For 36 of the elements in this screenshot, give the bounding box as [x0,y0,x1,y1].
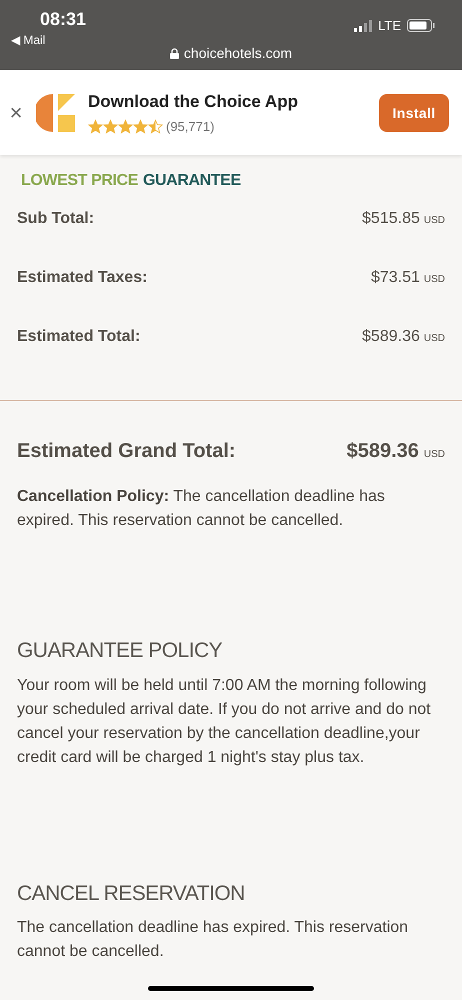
app-title: Download the Choice App [88,91,298,113]
signal-icon [354,20,372,32]
total-label: Sub Total: [17,209,94,229]
currency-text: USD [424,448,445,462]
back-link[interactable]: ◀ Mail [11,31,46,49]
url-text[interactable]: choicehotels.com [184,43,292,64]
lock-icon [170,48,179,59]
total-label: Estimated Taxes: [17,268,148,288]
cancellation-policy-text: Cancellation Policy: The cancellation deadline has expired. This reservation cannot be cancelled. [17,487,386,531]
star-icon [118,118,133,134]
badge-text: LOWEST PRICE [21,171,138,191]
battery-icon [407,19,435,32]
install-button[interactable]: Install [379,94,449,132]
star-icon [103,118,118,134]
badge-text: GUARANTEE [142,171,241,191]
amount-text: $73.51 [370,268,420,288]
clock: 08:31 [40,8,86,31]
grand-total-amount: $589.36 [346,439,419,464]
close-button[interactable]: × [2,96,30,129]
currency-text: USD [424,332,445,346]
amount-text: $589.36 [362,327,420,347]
section-heading: GUARANTEE POLICY [17,638,224,664]
app-logo-icon [36,92,78,134]
total-label: Estimated Total: [17,327,140,347]
star-icon [133,118,148,134]
network-label: LTE [378,17,401,35]
section-text: Your room will be held until 7:00 AM the morning following your scheduled arrival date. If you do not arrive and do not cancel your reservation by the cancellation deadline,your credit card will be charged 1 night's stay plus tax. [17,676,432,768]
currency-text: USD [424,214,445,228]
star-icon [148,118,163,134]
section-text: The cancellation deadline has expired. This reservation cannot be cancelled. [17,918,410,962]
currency-text: USD [424,273,445,287]
star-icon [88,118,103,134]
rating-count: (95,771) [166,118,214,136]
section-heading: CANCEL RESERVATION [17,880,246,906]
grand-total-label: Estimated Grand Total: [17,439,236,464]
amount-text: $515.85 [362,209,420,229]
